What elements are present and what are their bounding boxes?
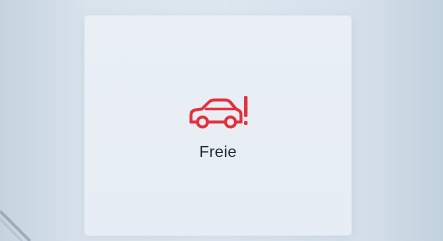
freie-tile[interactable]: Freie [85, 16, 351, 235]
background-right-panel [348, 0, 443, 241]
car-warning-icon [189, 96, 248, 129]
corner-edge-decoration [0, 209, 32, 241]
tile-label: Freie [199, 144, 237, 161]
